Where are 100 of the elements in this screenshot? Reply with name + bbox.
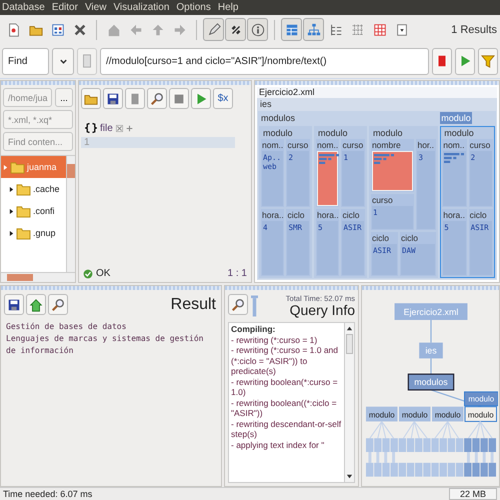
up-arrow-icon[interactable] — [346, 325, 353, 332]
info-line: - rewriting boolean(*:curso = 1.0) — [231, 376, 339, 398]
node-label: ciclo — [286, 208, 306, 220]
close-icon — [72, 22, 86, 36]
node-label: curso — [286, 139, 310, 151]
map-cell[interactable]: nom.. — [442, 139, 467, 206]
expander-icon — [9, 208, 14, 214]
stop-button[interactable] — [432, 48, 452, 74]
new-document-icon — [6, 22, 20, 36]
menu-item[interactable]: Options — [176, 2, 211, 13]
search-field[interactable]: Find conten... — [3, 132, 73, 151]
menu-item[interactable]: View — [84, 2, 106, 13]
list-tree-icon — [328, 22, 342, 36]
mode-dropdown[interactable]: Find — [2, 48, 49, 74]
search-button[interactable] — [228, 294, 248, 315]
toolbar-button[interactable] — [103, 88, 123, 109]
scrollbar[interactable] — [344, 323, 354, 482]
tree-node[interactable]: modulo — [365, 406, 397, 422]
folder-item[interactable]: .gnup — [1, 222, 66, 244]
expander-icon — [9, 186, 14, 192]
map-icon — [284, 22, 298, 36]
dot-grid-icon — [350, 22, 364, 36]
scrollbar[interactable] — [66, 156, 75, 272]
search-icon — [231, 298, 245, 312]
close-icon[interactable] — [116, 124, 123, 132]
folder-icon — [16, 226, 31, 240]
toolbar-button[interactable] — [81, 88, 101, 109]
node-label: nom.. — [316, 139, 340, 151]
node-label: ies — [259, 98, 273, 110]
timing-bar-drawing — [251, 294, 258, 318]
node-label: curso — [341, 139, 364, 151]
node-label: modulo — [316, 127, 348, 139]
hover-label: modulo — [440, 112, 472, 124]
tree-icon — [306, 22, 320, 36]
folder-item[interactable]: .cache — [1, 178, 66, 200]
editor-tab[interactable]: file — [100, 122, 113, 134]
down-arrow-icon[interactable] — [346, 473, 353, 480]
node-label: modulo — [443, 127, 475, 139]
folder-icon — [16, 182, 31, 196]
home-icon — [29, 298, 43, 312]
drag-handle[interactable] — [255, 81, 499, 85]
filter-button[interactable] — [478, 48, 498, 74]
node-label: ciclo — [468, 208, 488, 220]
node-label: hora.. — [261, 208, 284, 220]
left-arrow-icon — [128, 22, 142, 36]
toggle-button[interactable] — [247, 18, 268, 41]
map-cell[interactable]: nom.. — [316, 139, 340, 206]
tree-node[interactable]: modulo — [464, 406, 497, 422]
drag-handle[interactable] — [225, 286, 358, 290]
folder-item[interactable]: .confi — [1, 200, 66, 222]
drag-handle[interactable] — [79, 81, 251, 85]
menu-item[interactable]: Visualization — [113, 2, 170, 13]
drag-handle[interactable] — [1, 81, 75, 85]
search-button[interactable] — [48, 294, 68, 315]
redacted-text-drawing — [374, 154, 394, 164]
status-text: Time needed: 6.07 ms — [3, 489, 92, 499]
blank-icon — [80, 54, 94, 68]
toggle-button[interactable] — [203, 18, 224, 41]
drag-handle[interactable] — [1, 286, 221, 290]
menu-item[interactable]: Editor — [52, 2, 78, 13]
filter-icon — [481, 54, 495, 68]
toggle-button[interactable] — [225, 18, 246, 41]
node-label: curso — [370, 194, 394, 206]
toggle-button[interactable] — [281, 18, 302, 41]
pencil-icon — [206, 22, 220, 36]
drag-handle[interactable] — [362, 286, 499, 290]
result-line: Gestión de bases de datos — [6, 321, 128, 333]
toggle-button[interactable] — [303, 18, 324, 41]
variable-button[interactable]: $x — [213, 88, 233, 109]
run-button[interactable] — [455, 48, 475, 74]
info-line: - rewriting boolean((*:ciclo = "ASIR")) — [231, 398, 338, 418]
panel-title: Result — [170, 296, 217, 314]
node-label: hora.. — [442, 208, 466, 220]
menu-item[interactable]: Help — [218, 2, 238, 13]
query-field[interactable]: //modulo[curso=1 and ciclo="ASIR"]/nombre/text() — [100, 48, 429, 74]
browse-button[interactable]: ... — [55, 88, 73, 107]
result-line: Lenguajes de marcas y sistemas de gestión de información — [6, 333, 204, 357]
node-label: modulo — [262, 127, 294, 139]
stop-icon — [172, 92, 186, 106]
up-arrow-icon — [150, 22, 164, 36]
scrollbar[interactable] — [1, 272, 75, 282]
tree-node[interactable]: modulo — [431, 406, 464, 422]
search-icon — [150, 92, 164, 106]
node-label: nombre — [370, 139, 402, 151]
tree-node[interactable]: modulo — [398, 406, 430, 422]
map-cell[interactable]: nombre — [370, 139, 414, 192]
history-button[interactable] — [77, 48, 97, 74]
folder-icon — [10, 160, 25, 174]
bracket-icon — [85, 122, 97, 134]
folder-icon — [16, 204, 31, 218]
scroll-thumb[interactable] — [346, 334, 353, 354]
node-label: modulos — [260, 112, 296, 124]
expander-icon — [3, 164, 8, 170]
add-tab-icon[interactable] — [126, 124, 133, 132]
memory-indicator[interactable]: 22 MB — [448, 488, 497, 500]
menu-item[interactable]: Database — [2, 2, 45, 13]
save-button[interactable] — [4, 294, 24, 315]
node-label: hora.. — [316, 208, 340, 220]
toolbar-button[interactable] — [147, 88, 167, 109]
home-button[interactable] — [26, 294, 46, 315]
